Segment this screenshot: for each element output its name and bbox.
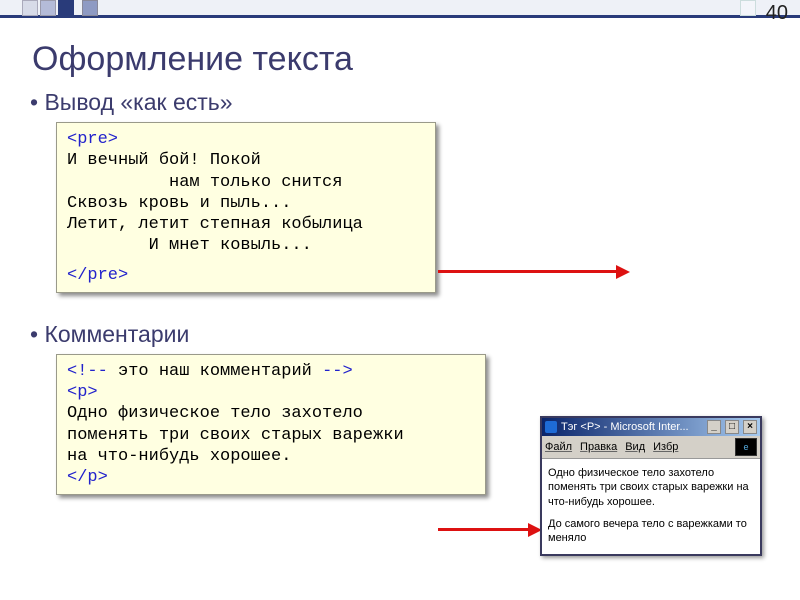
rendered-paragraph: Одно физическое тело захотело поменять т… <box>548 466 754 509</box>
code-block-comment: <!-- это наш комментарий --> <p> Одно фи… <box>56 354 486 496</box>
browser-menubar: Файл Правка Вид Избр e <box>542 436 760 459</box>
minimize-button[interactable]: _ <box>707 420 721 434</box>
decor-square <box>58 0 74 16</box>
comment-close: --> <box>322 362 353 381</box>
decor-square <box>40 0 56 16</box>
code-line: поменять три своих старых варежки <box>67 426 404 445</box>
bullet-preformatted: Вывод «как есть» <box>30 89 800 116</box>
tag-p-open: <p> <box>67 383 98 402</box>
tag-pre-open: <pre> <box>67 130 118 149</box>
page-number: 40 <box>766 2 788 25</box>
code-line: И мнет ковыль... <box>67 236 312 255</box>
code-block-pre: <pre> И вечный бой! Покой нам только сни… <box>56 122 436 293</box>
code-line: нам только снится <box>67 173 342 192</box>
menu-edit[interactable]: Правка <box>580 441 617 453</box>
slide-topbar <box>0 0 800 18</box>
menu-favorites[interactable]: Избр <box>653 441 678 453</box>
code-line: Сквозь кровь и пыль... <box>67 194 291 213</box>
decor-square <box>22 0 38 16</box>
comment-text: это наш комментарий <box>108 362 322 381</box>
browser-window: Тэг <Р> - Microsoft Inter... _ □ × Файл … <box>540 416 762 556</box>
browser-content-area: Одно физическое тело захотело поменять т… <box>542 459 760 554</box>
code-line: И вечный бой! Покой <box>67 151 261 170</box>
arrow-icon <box>438 270 618 273</box>
menu-file[interactable]: Файл <box>545 441 572 453</box>
page-title: Оформление текста <box>32 40 800 79</box>
close-button[interactable]: × <box>743 420 757 434</box>
decor-square <box>740 0 756 16</box>
code-line: на что-нибудь хорошее. <box>67 447 291 466</box>
decor-square <box>82 0 98 16</box>
code-line: Одно физическое тело захотело <box>67 404 363 423</box>
menu-view[interactable]: Вид <box>625 441 645 453</box>
ie-logo-icon: e <box>735 438 757 456</box>
code-line: Летит, летит степная кобылица <box>67 215 363 234</box>
bullet-comments: Комментарии <box>30 321 800 348</box>
tag-pre-close: </pre> <box>67 266 128 285</box>
browser-titlebar: Тэг <Р> - Microsoft Inter... _ □ × <box>542 418 760 436</box>
arrow-icon <box>438 528 530 531</box>
tag-p-close: </p> <box>67 468 108 487</box>
maximize-button[interactable]: □ <box>725 420 739 434</box>
ie-icon <box>545 421 557 433</box>
comment-open: <!-- <box>67 362 108 381</box>
rendered-paragraph: До самого вечера тело с варежками то мен… <box>548 517 754 546</box>
browser-title: Тэг <Р> - Microsoft Inter... <box>561 421 703 433</box>
